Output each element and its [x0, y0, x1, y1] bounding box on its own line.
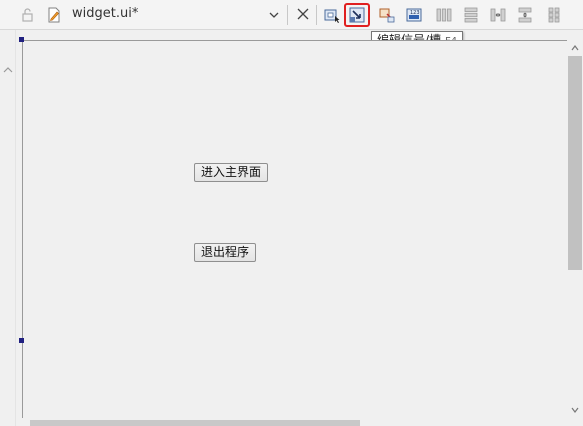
toolbar-separator — [287, 5, 288, 25]
enter-main-button[interactable]: 进入主界面 — [194, 163, 269, 182]
edit-tab-order-icon[interactable]: 123 — [406, 7, 422, 23]
layout-vertical-icon[interactable] — [463, 7, 479, 23]
scroll-down-icon[interactable] — [571, 406, 579, 414]
chevron-up-icon[interactable] — [3, 66, 13, 74]
file-icon — [48, 7, 60, 23]
exit-program-button[interactable]: 退出程序 — [194, 243, 257, 262]
dropdown-arrow-icon[interactable] — [268, 9, 280, 21]
layout-grid-icon[interactable] — [546, 7, 562, 23]
layout-splitter-horizontal-icon[interactable] — [490, 7, 506, 23]
form-canvas[interactable] — [22, 40, 583, 426]
horizontal-scrollbar-thumb[interactable] — [30, 420, 360, 426]
form-editor-toolbar: widget.ui* 123 — [0, 0, 583, 30]
selection-handle-left-middle[interactable] — [19, 338, 24, 343]
edit-widgets-icon[interactable] — [324, 7, 340, 23]
close-icon[interactable] — [296, 7, 310, 21]
lock-icon[interactable] — [20, 7, 36, 23]
edit-signals-slots-icon[interactable] — [349, 7, 365, 23]
left-scroll-strip — [0, 30, 16, 426]
selection-handle-top-left[interactable] — [19, 37, 24, 42]
scroll-up-icon[interactable] — [571, 44, 579, 52]
toolbar-separator — [316, 5, 317, 25]
layout-splitter-vertical-icon[interactable] — [517, 7, 533, 23]
svg-text:123: 123 — [410, 10, 420, 16]
file-name-label[interactable]: widget.ui* — [72, 6, 138, 21]
edit-buddies-icon[interactable] — [379, 7, 395, 23]
vertical-scrollbar-thumb[interactable] — [568, 56, 582, 270]
layout-horizontal-icon[interactable] — [436, 7, 452, 23]
